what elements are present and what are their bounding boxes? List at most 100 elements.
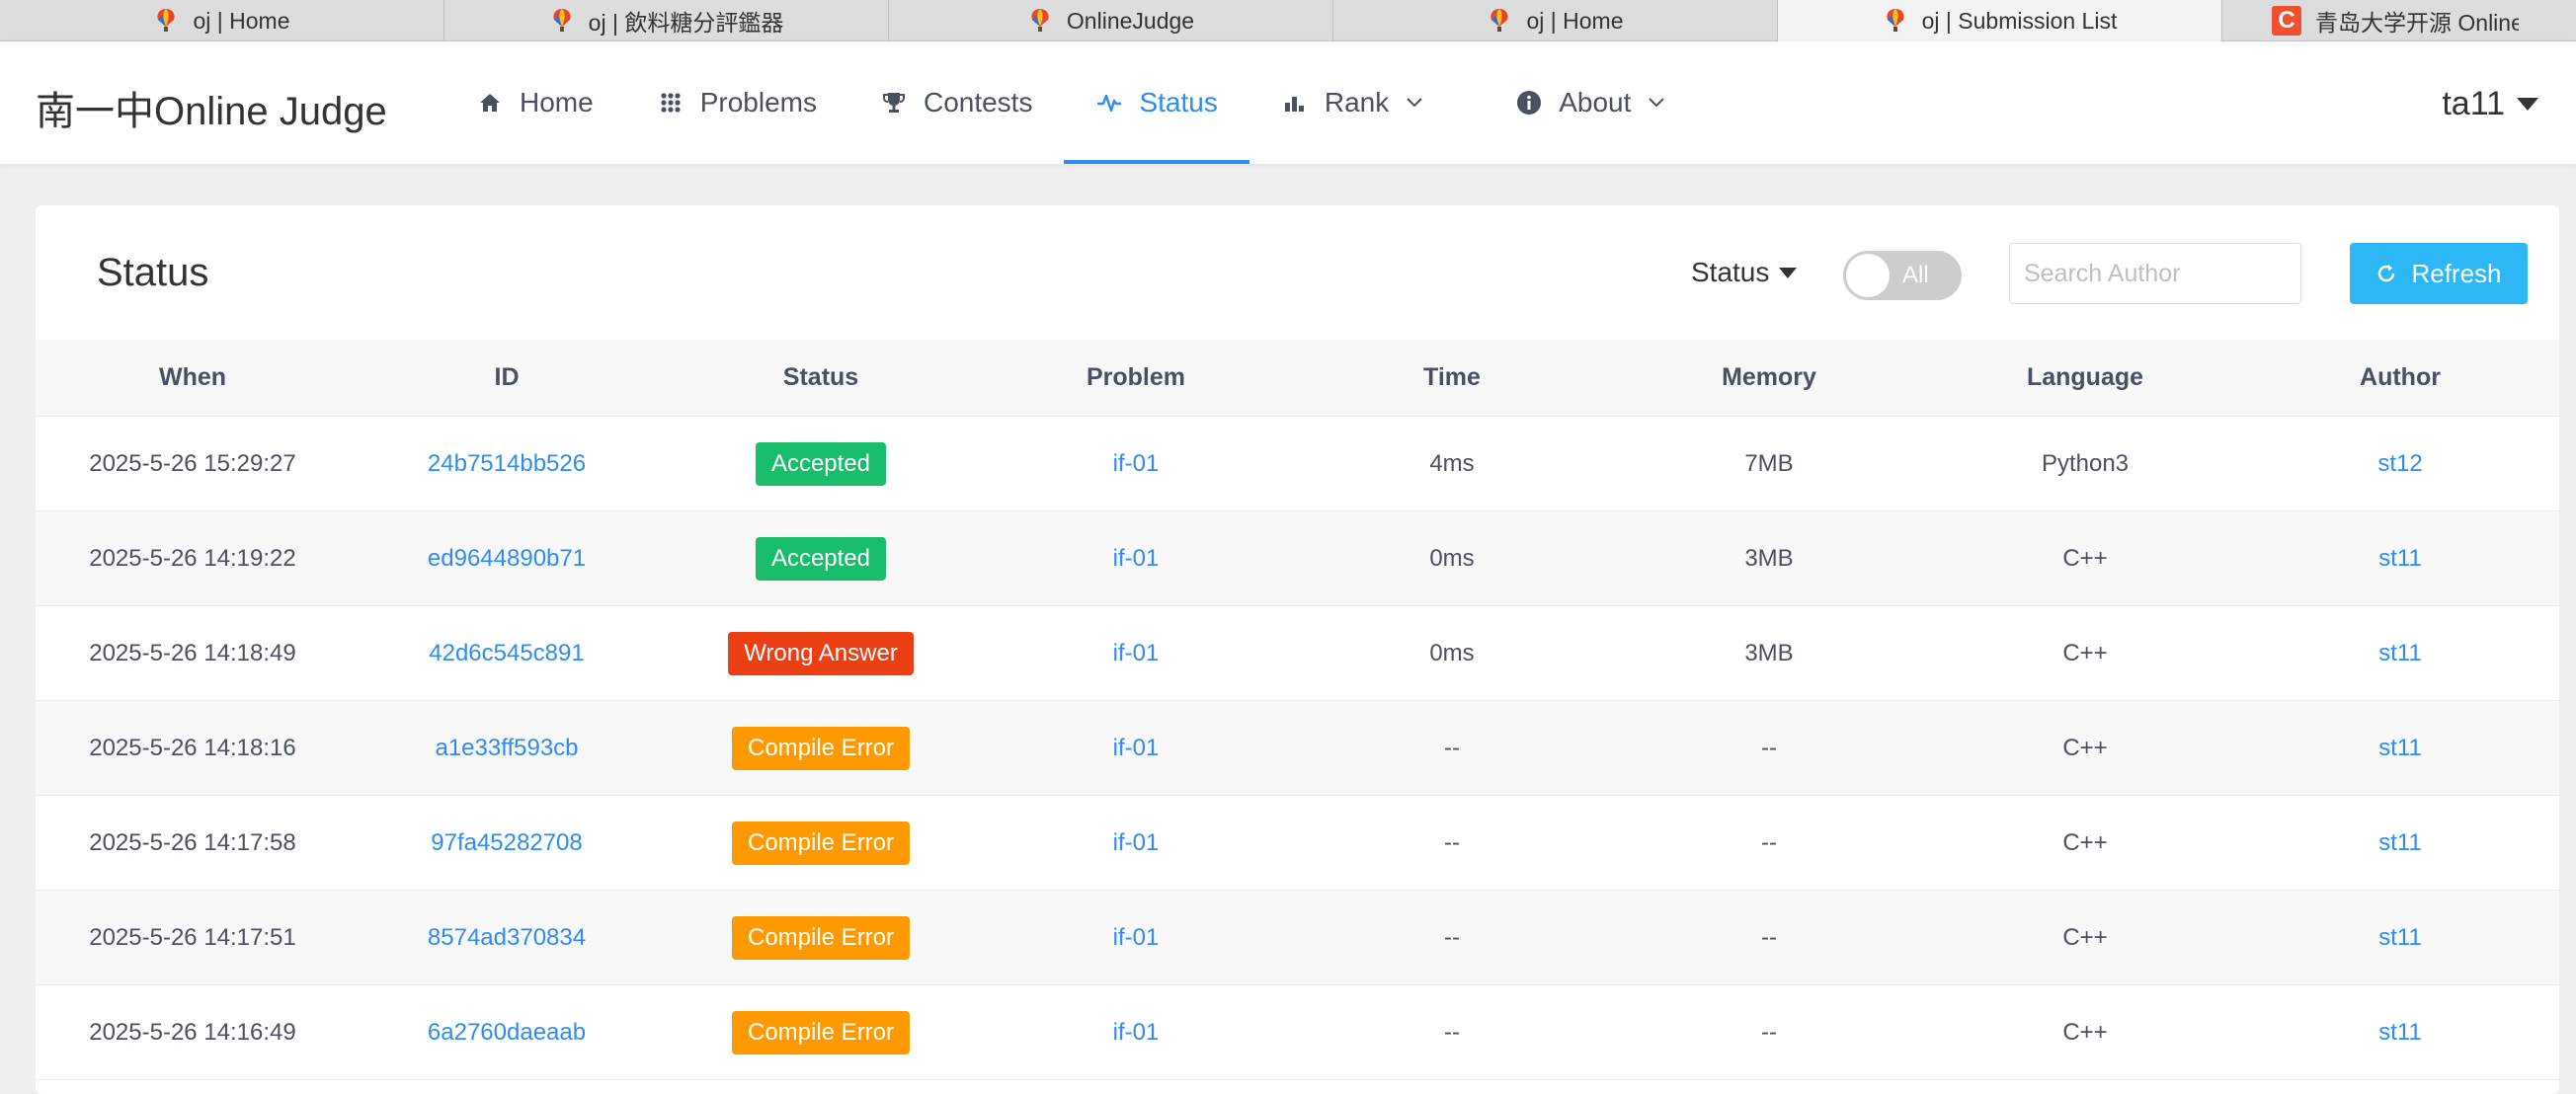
author-link[interactable]: st12 — [2242, 417, 2558, 510]
submission-id-link[interactable]: 97fa45282708 — [350, 796, 664, 890]
browser-tab[interactable]: oj | 飲料糖分評鑑器 — [444, 0, 889, 41]
nav-label: Problems — [699, 87, 817, 117]
nav-label: Status — [1139, 87, 1218, 117]
user-menu[interactable]: ta11 — [2442, 85, 2538, 123]
browser-tab[interactable]: OnlineJudge — [889, 0, 1333, 41]
nav-label: About — [1559, 87, 1632, 117]
submission-when: 2025-5-26 14:17:51 — [89, 923, 296, 951]
submission-when: 2025-5-26 14:16:49 — [89, 1018, 296, 1046]
problem-link[interactable]: if-01 — [978, 985, 1294, 1079]
refresh-label: Refresh — [2411, 258, 2502, 288]
table-row: 2025-5-26 14:17:58 97fa45282708 Compile … — [36, 796, 2559, 891]
submission-when: 2025-5-26 14:17:58 — [89, 828, 296, 856]
browser-tab[interactable]: oj | Home — [1333, 0, 1778, 41]
submission-language: C++ — [2062, 828, 2108, 856]
submission-time: -- — [1444, 1018, 1460, 1046]
balloon-favicon-icon — [1887, 9, 1904, 32]
column-header-when[interactable]: When — [36, 340, 350, 416]
nav-status[interactable]: Status — [1064, 41, 1249, 164]
table-row: 2025-5-26 14:18:16 a1e33ff593cb Compile … — [36, 701, 2559, 796]
main-nav: Home Problems Contests Status Rank About — [444, 41, 1698, 164]
browser-tab-title: 青岛大学开源 Online Judge | — [2315, 10, 2519, 36]
problem-link[interactable]: if-01 — [978, 891, 1294, 984]
column-header-time[interactable]: Time — [1294, 340, 1610, 416]
browser-tab-title: oj | Home — [1526, 7, 1624, 34]
balloon-favicon-icon — [1490, 9, 1509, 32]
submission-id-link[interactable]: 24b7514bb526 — [350, 417, 664, 510]
problem-link[interactable]: if-01 — [978, 511, 1294, 605]
author-link[interactable]: st11 — [2242, 701, 2558, 795]
submission-memory: 3MB — [1744, 639, 1794, 666]
c-favicon-icon: C — [2272, 6, 2301, 36]
page-title: Status — [97, 251, 209, 294]
search-author-input[interactable] — [2009, 243, 2301, 304]
problem-link[interactable]: if-01 — [978, 606, 1294, 700]
site-logo[interactable]: 南一中Online Judge — [36, 79, 387, 136]
status-filter-dropdown[interactable]: Status — [1691, 257, 1798, 288]
column-header-author[interactable]: Author — [2242, 340, 2558, 416]
nav-rank[interactable]: Rank — [1249, 41, 1456, 164]
status-badge: Accepted — [755, 441, 887, 486]
submission-memory: -- — [1761, 923, 1777, 951]
nav-home[interactable]: Home — [444, 41, 625, 164]
browser-tab-title: oj | 飲料糖分評鑑器 — [588, 10, 784, 36]
submission-time: 0ms — [1429, 639, 1475, 666]
toggle-label: All — [1902, 262, 1929, 288]
submission-language: Python3 — [2041, 449, 2130, 477]
nav-contests[interactable]: Contests — [848, 41, 1065, 164]
chevron-down-icon — [1649, 98, 1665, 108]
nav-label: Home — [520, 87, 594, 117]
author-link[interactable]: st11 — [2242, 985, 2558, 1079]
refresh-icon — [2378, 265, 2395, 282]
nav-problems[interactable]: Problems — [625, 41, 848, 164]
submission-id-link[interactable]: ed9644890b71 — [350, 511, 664, 605]
submission-id-link[interactable]: 8574ad370834 — [350, 891, 664, 984]
status-badge: Wrong Answer — [728, 631, 914, 675]
balloon-favicon-icon — [157, 9, 176, 32]
submission-time: 0ms — [1429, 544, 1475, 572]
column-header-status[interactable]: Status — [664, 340, 978, 416]
problem-link[interactable]: if-01 — [978, 701, 1294, 795]
column-header-id[interactable]: ID — [350, 340, 664, 416]
table-row: 2025-5-26 14:19:22 ed9644890b71 Accepted… — [36, 511, 2559, 606]
submission-id-link[interactable]: 6a2760daeaab — [350, 985, 664, 1079]
author-link[interactable]: st11 — [2242, 511, 2558, 605]
grid-icon — [661, 93, 681, 113]
column-header-problem[interactable]: Problem — [978, 340, 1294, 416]
status-badge: Compile Error — [731, 1010, 911, 1055]
submission-language: C++ — [2062, 544, 2108, 572]
problem-link[interactable]: if-01 — [978, 796, 1294, 890]
column-header-language[interactable]: Language — [1928, 340, 2242, 416]
all-toggle-switch[interactable]: All — [1843, 251, 1962, 300]
home-icon — [480, 94, 500, 112]
author-link[interactable]: st11 — [2242, 796, 2558, 890]
problem-link[interactable]: if-01 — [978, 417, 1294, 510]
browser-tab[interactable]: C 青岛大学开源 Online Judge | — [2222, 0, 2519, 41]
submission-language: C++ — [2062, 1018, 2108, 1046]
top-navbar: 南一中Online Judge Home Problems Contests S… — [0, 41, 2576, 164]
submission-time: -- — [1444, 923, 1460, 951]
submission-id-link[interactable]: 42d6c545c891 — [350, 606, 664, 700]
refresh-button[interactable]: Refresh — [2350, 243, 2528, 304]
submission-time: 4ms — [1429, 449, 1475, 477]
table-row: 2025-5-26 14:16:49 6a2760daeaab Compile … — [36, 985, 2559, 1080]
author-link[interactable]: st11 — [2242, 891, 2558, 984]
submission-memory: -- — [1761, 734, 1777, 761]
browser-tab-active[interactable]: oj | Submission List — [1778, 0, 2222, 41]
submission-id-link[interactable]: a1e33ff593cb — [350, 701, 664, 795]
status-badge: Compile Error — [731, 915, 911, 960]
nav-label: Contests — [923, 87, 1033, 117]
column-header-memory[interactable]: Memory — [1610, 340, 1928, 416]
table-header: When ID Status Problem Time Memory Langu… — [36, 340, 2559, 417]
author-link[interactable]: st11 — [2242, 606, 2558, 700]
status-filter-label: Status — [1691, 257, 1770, 287]
browser-tab-title: oj | Home — [193, 7, 290, 34]
info-icon — [1517, 91, 1542, 115]
browser-tab-title: OnlineJudge — [1066, 7, 1195, 34]
browser-tab[interactable]: oj | Home — [0, 0, 444, 41]
status-badge: Compile Error — [731, 726, 911, 770]
browser-tab-title: oj | Submission List — [1921, 7, 2118, 34]
nav-about[interactable]: About — [1456, 41, 1698, 164]
table-row: 2025-5-26 15:29:27 24b7514bb526 Accepted… — [36, 417, 2559, 511]
submission-time: -- — [1444, 734, 1460, 761]
